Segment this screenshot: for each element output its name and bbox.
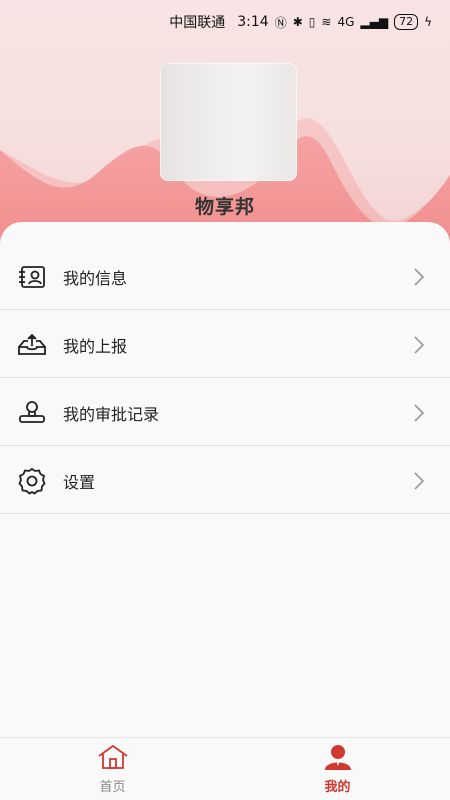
tab-mine[interactable]: 我的 (225, 738, 450, 800)
chevron-right-icon (408, 266, 430, 288)
status-bar: 中国联通 3:14 Ⓝ ✱ ▯ ≋ 4G ▂▄▆ 72 ϟ (0, 0, 450, 44)
carrier-label: 中国联通 (169, 15, 226, 31)
stamp-icon (17, 398, 47, 428)
upload-tray-icon (17, 330, 47, 360)
menu-item-label: 我的审批记录 (63, 404, 160, 424)
app-name: 物享邦 (194, 196, 255, 218)
wifi-icon: ≋ (321, 15, 332, 29)
id-card-icon (17, 262, 47, 292)
user-icon (323, 744, 353, 774)
menu-item-label: 我的信息 (63, 268, 128, 288)
menu-item-label: 设置 (63, 472, 96, 492)
menu-item-settings[interactable]: 设置 (0, 448, 450, 514)
avatar[interactable] (160, 63, 297, 181)
battery-indicator: 72 (394, 14, 419, 30)
tab-label: 首页 (99, 779, 126, 795)
menu-item-label: 我的上报 (63, 336, 128, 356)
clock: 3:14 (237, 14, 269, 30)
gear-icon (17, 466, 47, 496)
home-icon (97, 744, 129, 774)
vibrate-icon: ▯ (308, 15, 316, 29)
tab-home[interactable]: 首页 (0, 738, 225, 800)
tab-label: 我的 (324, 779, 351, 795)
menu-card: 我的信息 我的上报 我的审批记录 设置 (0, 222, 450, 742)
network-type: 4G (337, 15, 355, 29)
charging-icon: ϟ (424, 15, 432, 29)
chevron-right-icon (408, 470, 430, 492)
bottom-tab-bar: 首页 我的 (0, 737, 450, 800)
menu-item-my-reports[interactable]: 我的上报 (0, 312, 450, 378)
nfc-icon: Ⓝ (274, 15, 287, 30)
battery-level: 72 (399, 15, 414, 28)
menu-item-approval-records[interactable]: 我的审批记录 (0, 380, 450, 446)
signal-icon: ▂▄▆ (360, 15, 389, 29)
bluetooth-icon: ✱ (292, 15, 303, 29)
chevron-right-icon (408, 402, 430, 424)
menu-item-my-info[interactable]: 我的信息 (0, 244, 450, 310)
chevron-right-icon (408, 334, 430, 356)
screen: 中国联通 3:14 Ⓝ ✱ ▯ ≋ 4G ▂▄▆ 72 ϟ 物享邦 我的信息 我… (0, 0, 450, 800)
